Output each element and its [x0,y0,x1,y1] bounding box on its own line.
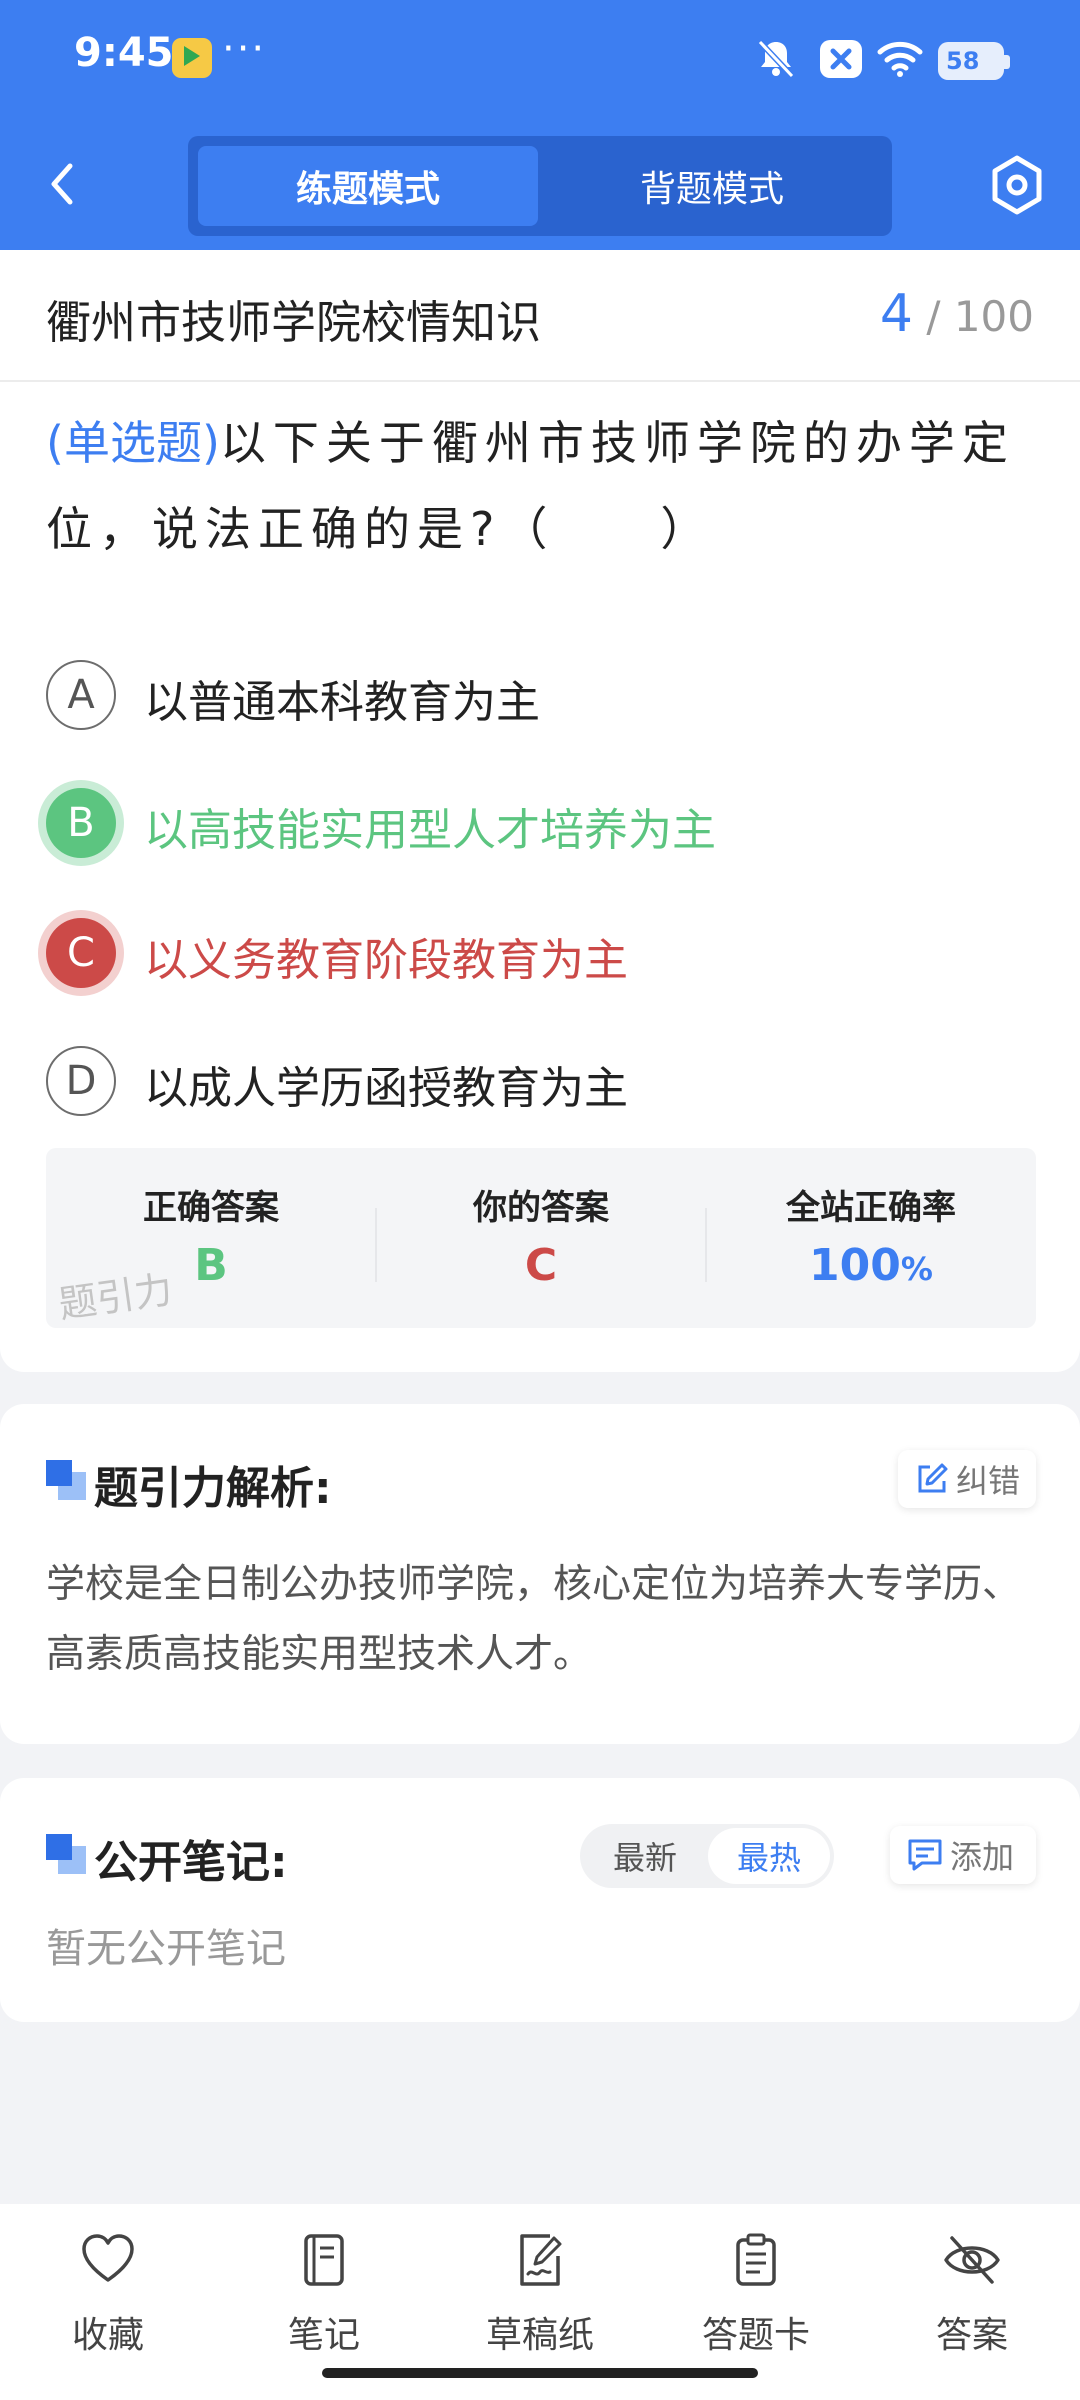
section-square-icon [46,1460,86,1500]
settings-button[interactable] [986,150,1048,220]
option-letter: D [46,1046,116,1116]
mode-switch: 练题模式 背题模式 [188,136,892,236]
progress-total: 100 [953,292,1034,341]
option-text: 以普通本科教育为主 [144,677,540,728]
status-time: 9:45 [74,30,174,76]
accuracy-col: 全站正确率 100% [706,1148,1036,1328]
subject-title: 衢州市技师学院校情知识 [46,296,542,349]
comment-icon [908,1839,942,1871]
show-answer-button[interactable]: 答案 [864,2226,1080,2356]
your-answer-label: 你的答案 [473,1188,609,1228]
analysis-card: 题引力解析: 纠错 学校是全日制公办技师学院，核心定位为培养大专学历、高素质高技… [0,1404,1080,1744]
option-letter: B [46,788,116,858]
notebook-icon [304,2234,344,2286]
tab-practice-mode[interactable]: 练题模式 [198,146,538,226]
draft-paper-button[interactable]: 草稿纸 [432,2226,648,2356]
add-note-label: 添加 [950,1838,1015,1876]
status-bar: 9:45 ··· 58 [0,0,1080,118]
answer-sheet-label: 答题卡 [701,2315,810,2356]
accuracy-value: 100% [706,1240,1036,1291]
sort-latest[interactable]: 最新 [584,1828,706,1884]
question-progress: 4 / 100 [880,284,1034,344]
your-answer-value: C [524,1240,558,1291]
answer-sheet-button[interactable]: 答题卡 [648,2226,864,2356]
option-letter: C [46,918,116,988]
edit-icon [918,1463,948,1493]
show-answer-label: 答案 [935,2315,1008,2356]
x-badge-icon [820,40,862,78]
notes-label: 笔记 [287,2315,360,2356]
analysis-text: 学校是全日制公办技师学院，核心定位为培养大专学历、高素质高技能实用型技术人才。 [46,1562,1022,1677]
home-indicator[interactable] [322,2368,758,2378]
option-a[interactable]: A 以普通本科教育为主 [46,660,1036,734]
answer-summary: 正确答案 B 你的答案 C 全站正确率 100% 题引力 [46,1148,1036,1328]
back-button[interactable] [38,156,88,212]
favorite-label: 收藏 [71,2315,144,2356]
eye-off-icon [944,2236,1000,2284]
favorite-button[interactable]: 收藏 [0,2226,216,2356]
notes-sort-toggle: 最新 最热 [580,1824,834,1888]
answer-sheet-icon [736,2233,776,2286]
heart-icon [82,2234,134,2282]
option-b[interactable]: B 以高技能实用型人才培养为主 [46,788,1036,862]
notes-title: 公开笔记: [94,1837,288,1888]
option-letter: A [46,660,116,730]
option-text: 以义务教育阶段教育为主 [144,935,628,986]
section-square-icon [46,1834,86,1874]
analysis-title: 题引力解析: [94,1463,332,1514]
accuracy-unit: % [900,1250,933,1288]
sort-hot[interactable]: 最热 [708,1828,830,1884]
progress-separator: / [926,292,941,341]
question-stem: (单选题)以下关于衢州市技师学院的办学定位，说法正确的是?（ ） [46,400,1036,572]
status-more-dots: ··· [222,26,267,72]
battery-icon: 58 [934,36,1010,80]
wifi-icon [877,41,923,77]
correct-answer-label: 正确答案 [143,1188,279,1228]
progress-current: 4 [879,284,913,344]
question-type: (单选题) [46,416,220,470]
draft-icon [520,2234,562,2286]
app-icon [172,38,212,78]
option-d[interactable]: D 以成人学历函授教育为主 [46,1046,1036,1120]
subject-row: 衢州市技师学院校情知识 4 / 100 [0,250,1080,382]
empty-notes-text: 暂无公开笔记 [46,1926,286,1972]
option-text: 以成人学历函授教育为主 [144,1063,628,1114]
report-error-label: 纠错 [956,1462,1021,1500]
option-text: 以高技能实用型人才培养为主 [144,805,716,856]
app-header: 9:45 ··· 58 练题模式 背题模式 [0,0,1080,250]
draft-paper-label: 草稿纸 [485,2315,594,2356]
question-card: 衢州市技师学院校情知识 4 / 100 (单选题)以下关于衢州市技师学院的办学定… [0,250,1080,1372]
add-note-button[interactable]: 添加 [890,1826,1036,1884]
tab-memorize-mode[interactable]: 背题模式 [542,146,882,226]
bell-muted-icon [757,39,795,79]
your-answer-col: 你的答案 C [376,1148,706,1328]
notes-card: 公开笔记: 最新 最热 添加 暂无公开笔记 [0,1778,1080,2022]
accuracy-number: 100 [809,1240,901,1291]
option-c[interactable]: C 以义务教育阶段教育为主 [46,918,1036,992]
report-error-button[interactable]: 纠错 [898,1450,1036,1508]
battery-level: 58 [938,42,1004,80]
accuracy-label: 全站正确率 [786,1188,956,1228]
notes-button[interactable]: 笔记 [216,2226,432,2356]
